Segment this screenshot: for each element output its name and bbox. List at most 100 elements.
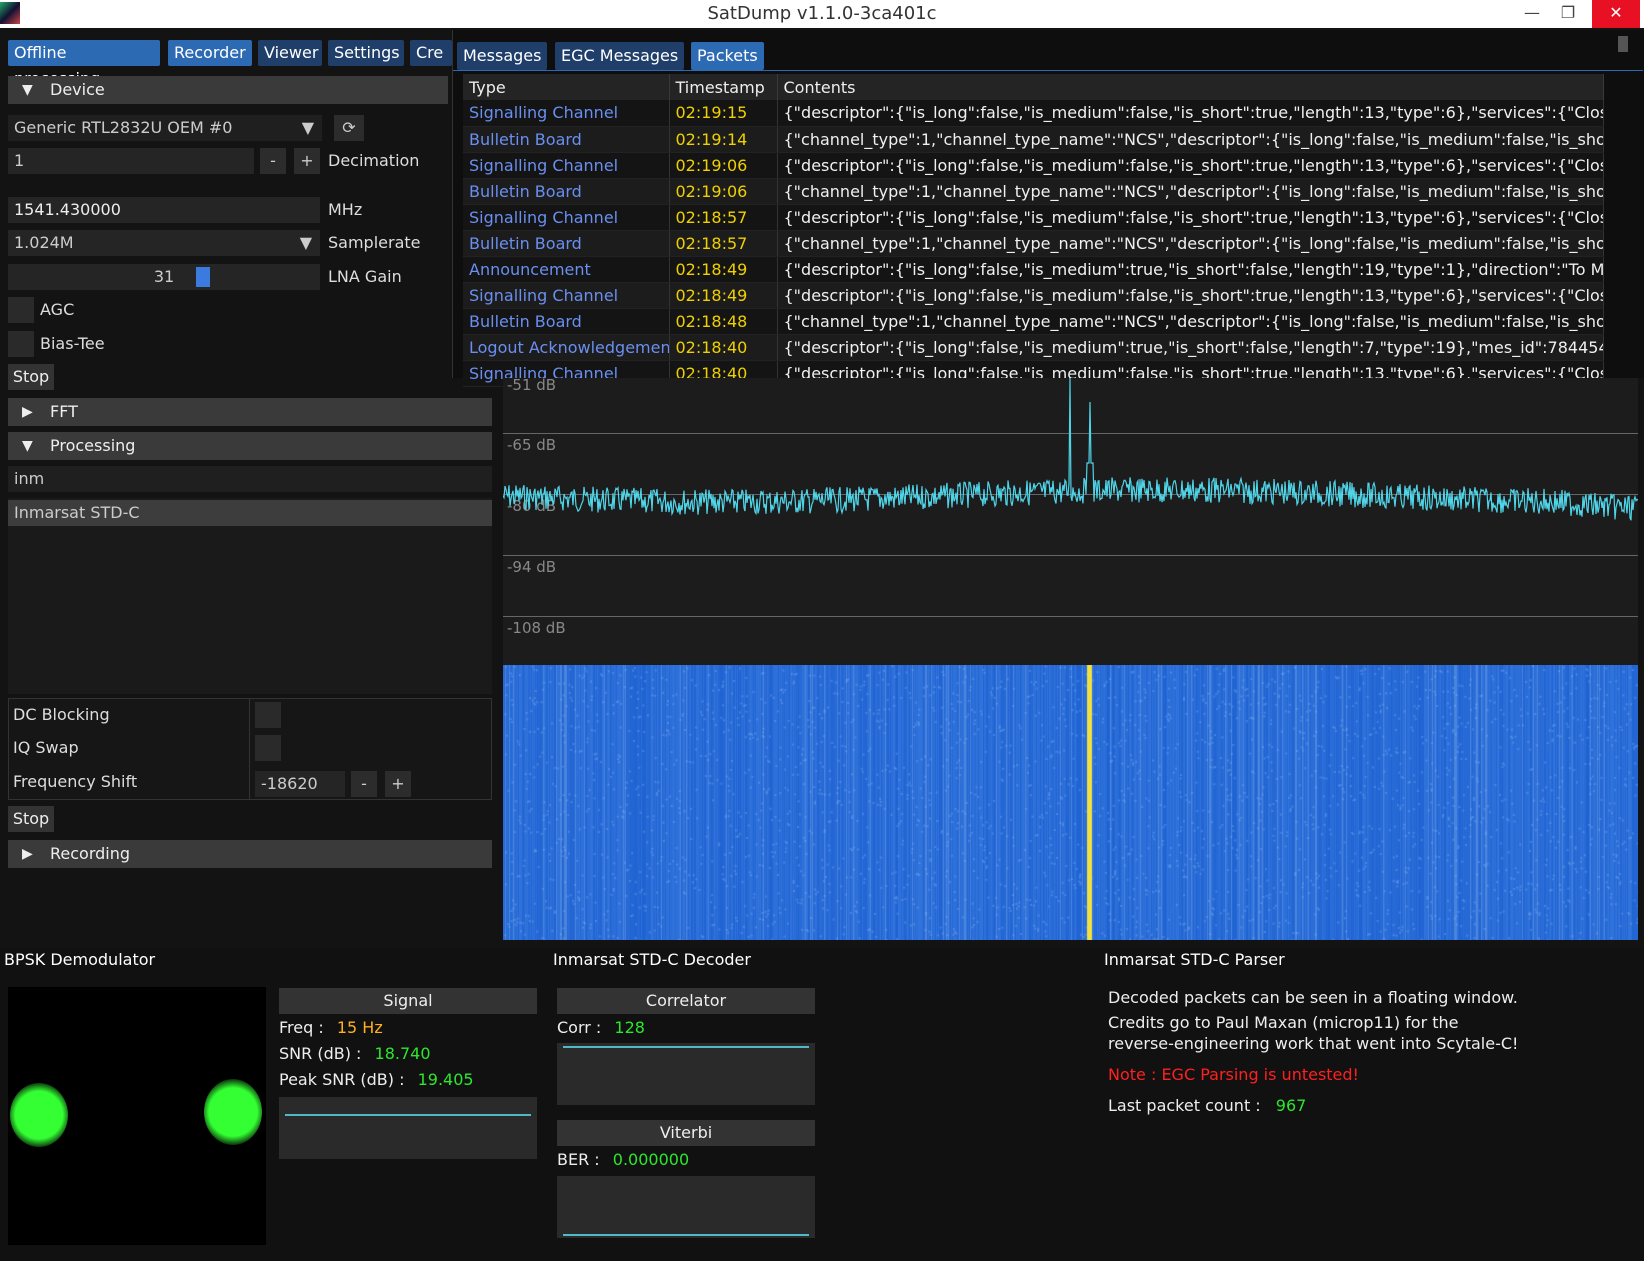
tab-credits[interactable]: Cre bbox=[410, 40, 452, 66]
packet-type-cell: Signalling Channel bbox=[463, 100, 670, 127]
window-title: SatDump v1.1.0-3ca401c bbox=[707, 3, 937, 24]
fft-plot[interactable]: -51 dB -65 dB -80 dB -94 dB -108 dB bbox=[503, 376, 1638, 665]
options-table: DC Blocking IQ Swap Frequency Shift -186… bbox=[8, 698, 492, 800]
tab-settings[interactable]: Settings bbox=[328, 40, 404, 66]
table-row[interactable]: Bulletin Board 02:19:14 {"channel_type":1,… bbox=[463, 126, 1604, 153]
title-bar: SatDump v1.1.0-3ca401c — ❐ ✕ bbox=[0, 0, 1644, 28]
fft-header-label: FFT bbox=[50, 402, 78, 421]
waterfall-canvas bbox=[503, 665, 1638, 940]
table-row[interactable]: Signalling Channel 02:18:57 {"descriptor":… bbox=[463, 204, 1604, 231]
packet-contents-cell: {"descriptor":{"is_long":false,"is_mediu… bbox=[777, 152, 1604, 179]
correlator-header: Correlator bbox=[557, 988, 815, 1014]
packet-count-value: 967 bbox=[1275, 1096, 1307, 1115]
viterbi-header: Viterbi bbox=[557, 1120, 815, 1146]
lna-gain-label: LNA Gain bbox=[328, 267, 402, 286]
app-icon bbox=[0, 2, 20, 24]
decimation-input[interactable]: 1 bbox=[8, 148, 254, 174]
table-row[interactable]: Signalling Channel 02:19:15 {"descriptor":… bbox=[463, 100, 1604, 127]
constellation-plot bbox=[8, 987, 266, 1245]
pipeline-search-input[interactable]: inm bbox=[8, 466, 492, 492]
dropdown-arrow-icon: ▼ bbox=[299, 233, 312, 252]
tab-recorder[interactable]: Recorder bbox=[168, 40, 252, 66]
device-header[interactable]: ▼ Device bbox=[8, 76, 448, 104]
tab-messages[interactable]: Messages bbox=[457, 42, 548, 70]
close-button[interactable]: ✕ bbox=[1592, 0, 1640, 28]
device-stop-button[interactable]: Stop bbox=[8, 364, 54, 390]
packet-count-label: Last packet count : bbox=[1108, 1096, 1261, 1115]
tab-egc-messages[interactable]: EGC Messages bbox=[555, 42, 685, 70]
lna-gain-slider[interactable]: 31 bbox=[8, 264, 320, 290]
refresh-icon: ⟳ bbox=[342, 118, 356, 137]
table-row[interactable]: Bulletin Board 02:18:57 {"channel_type":1,… bbox=[463, 230, 1604, 257]
table-row[interactable]: Announcement 02:18:49 {"descriptor":{"is_l… bbox=[463, 256, 1604, 283]
packet-timestamp-cell: 02:18:57 bbox=[669, 230, 778, 257]
corr-row: Corr : 128 bbox=[557, 1015, 645, 1041]
scrollbar-thumb[interactable] bbox=[1618, 36, 1628, 52]
ber-label: BER : bbox=[557, 1150, 600, 1169]
frequency-shift-input[interactable]: -18620 bbox=[255, 771, 345, 797]
bpsk-title: BPSK Demodulator bbox=[4, 950, 156, 969]
table-row[interactable]: Logout Acknowledgemen 02:18:40 {"descripto… bbox=[463, 334, 1604, 361]
packet-type-cell: Bulletin Board bbox=[463, 230, 670, 257]
packet-timestamp-cell: 02:18:49 bbox=[669, 256, 778, 283]
packet-type-cell: Announcement bbox=[463, 256, 670, 283]
tab-offline-processing[interactable]: Offline processing bbox=[8, 40, 160, 88]
pipeline-list: Inmarsat STD-C bbox=[8, 498, 492, 694]
collapse-arrow-icon: ▼ bbox=[22, 82, 33, 98]
source-select[interactable]: Generic RTL2832U OEM #0 ▼ bbox=[8, 115, 322, 141]
agc-label: AGC bbox=[40, 300, 75, 319]
packet-contents-cell: {"channel_type":1,"channel_type_name":"N… bbox=[777, 126, 1604, 153]
packet-contents-cell: {"channel_type":1,"channel_type_name":"N… bbox=[777, 178, 1604, 205]
restore-button[interactable]: ❐ bbox=[1546, 0, 1590, 28]
processing-header-label: Processing bbox=[50, 436, 136, 455]
snr-value: 18.740 bbox=[374, 1044, 431, 1063]
bias-tee-checkbox[interactable] bbox=[8, 331, 34, 357]
recording-header-label: Recording bbox=[50, 844, 131, 863]
tab-viewer[interactable]: Viewer bbox=[258, 40, 322, 66]
samplerate-value: 1.024M bbox=[14, 233, 74, 252]
packet-timestamp-cell: 02:19:06 bbox=[669, 152, 778, 179]
decimation-plus-button[interactable]: + bbox=[294, 148, 320, 174]
signal-header: Signal bbox=[279, 988, 537, 1014]
frequency-input[interactable]: 1541.430000 bbox=[8, 197, 320, 223]
samplerate-select[interactable]: 1.024M ▼ bbox=[8, 230, 320, 256]
table-row[interactable]: Signalling Channel 02:18:49 {"descriptor":… bbox=[463, 282, 1604, 309]
table-row[interactable]: Bulletin Board 02:19:06 {"channel_type":1,… bbox=[463, 178, 1604, 205]
refresh-button[interactable]: ⟳ bbox=[334, 115, 364, 141]
table-row[interactable]: Signalling Channel 02:19:06 {"descriptor":… bbox=[463, 152, 1604, 179]
constellation-point bbox=[10, 1083, 68, 1147]
packets-window: Messages EGC Messages Packets Type Times… bbox=[452, 30, 1644, 387]
packet-timestamp-cell: 02:18:40 bbox=[669, 334, 778, 361]
device-header-label: Device bbox=[50, 80, 105, 99]
shift-plus-button[interactable]: + bbox=[385, 771, 411, 797]
processing-stop-button[interactable]: Stop bbox=[8, 806, 54, 832]
decimation-label: Decimation bbox=[328, 151, 420, 170]
column-contents: Contents bbox=[777, 74, 1604, 100]
freq-label: Freq : bbox=[279, 1018, 324, 1037]
decimation-minus-button[interactable]: - bbox=[260, 148, 286, 174]
waterfall[interactable] bbox=[503, 665, 1638, 940]
packet-timestamp-cell: 02:19:14 bbox=[669, 126, 778, 153]
ber-graph bbox=[557, 1176, 815, 1238]
ber-value: 0.000000 bbox=[612, 1150, 690, 1169]
iq-swap-checkbox[interactable] bbox=[255, 735, 281, 761]
dc-blocking-checkbox[interactable] bbox=[255, 702, 281, 728]
collapse-arrow-icon: ▼ bbox=[22, 438, 33, 454]
slider-handle[interactable] bbox=[196, 267, 210, 287]
packet-type-cell: Bulletin Board bbox=[463, 178, 670, 205]
dc-blocking-label: DC Blocking bbox=[13, 705, 110, 724]
pipeline-item-selected[interactable]: Inmarsat STD-C bbox=[8, 500, 492, 526]
agc-checkbox[interactable] bbox=[8, 297, 34, 323]
samplerate-label: Samplerate bbox=[328, 233, 421, 252]
processing-header[interactable]: ▼ Processing bbox=[8, 432, 492, 460]
corr-label: Corr : bbox=[557, 1018, 602, 1037]
peak-snr-row: Peak SNR (dB) : 19.405 bbox=[279, 1067, 474, 1093]
fft-header[interactable]: ▶ FFT bbox=[8, 398, 492, 426]
packets-table: Type Timestamp Contents Signalling Chann… bbox=[463, 74, 1604, 387]
table-row[interactable]: Bulletin Board 02:18:48 {"channel_type":1,… bbox=[463, 308, 1604, 335]
shift-minus-button[interactable]: - bbox=[351, 771, 377, 797]
tab-packets[interactable]: Packets bbox=[691, 42, 764, 70]
recording-header[interactable]: ▶ Recording bbox=[8, 840, 492, 868]
lna-gain-value: 31 bbox=[153, 267, 175, 286]
constellation-point bbox=[204, 1079, 262, 1145]
